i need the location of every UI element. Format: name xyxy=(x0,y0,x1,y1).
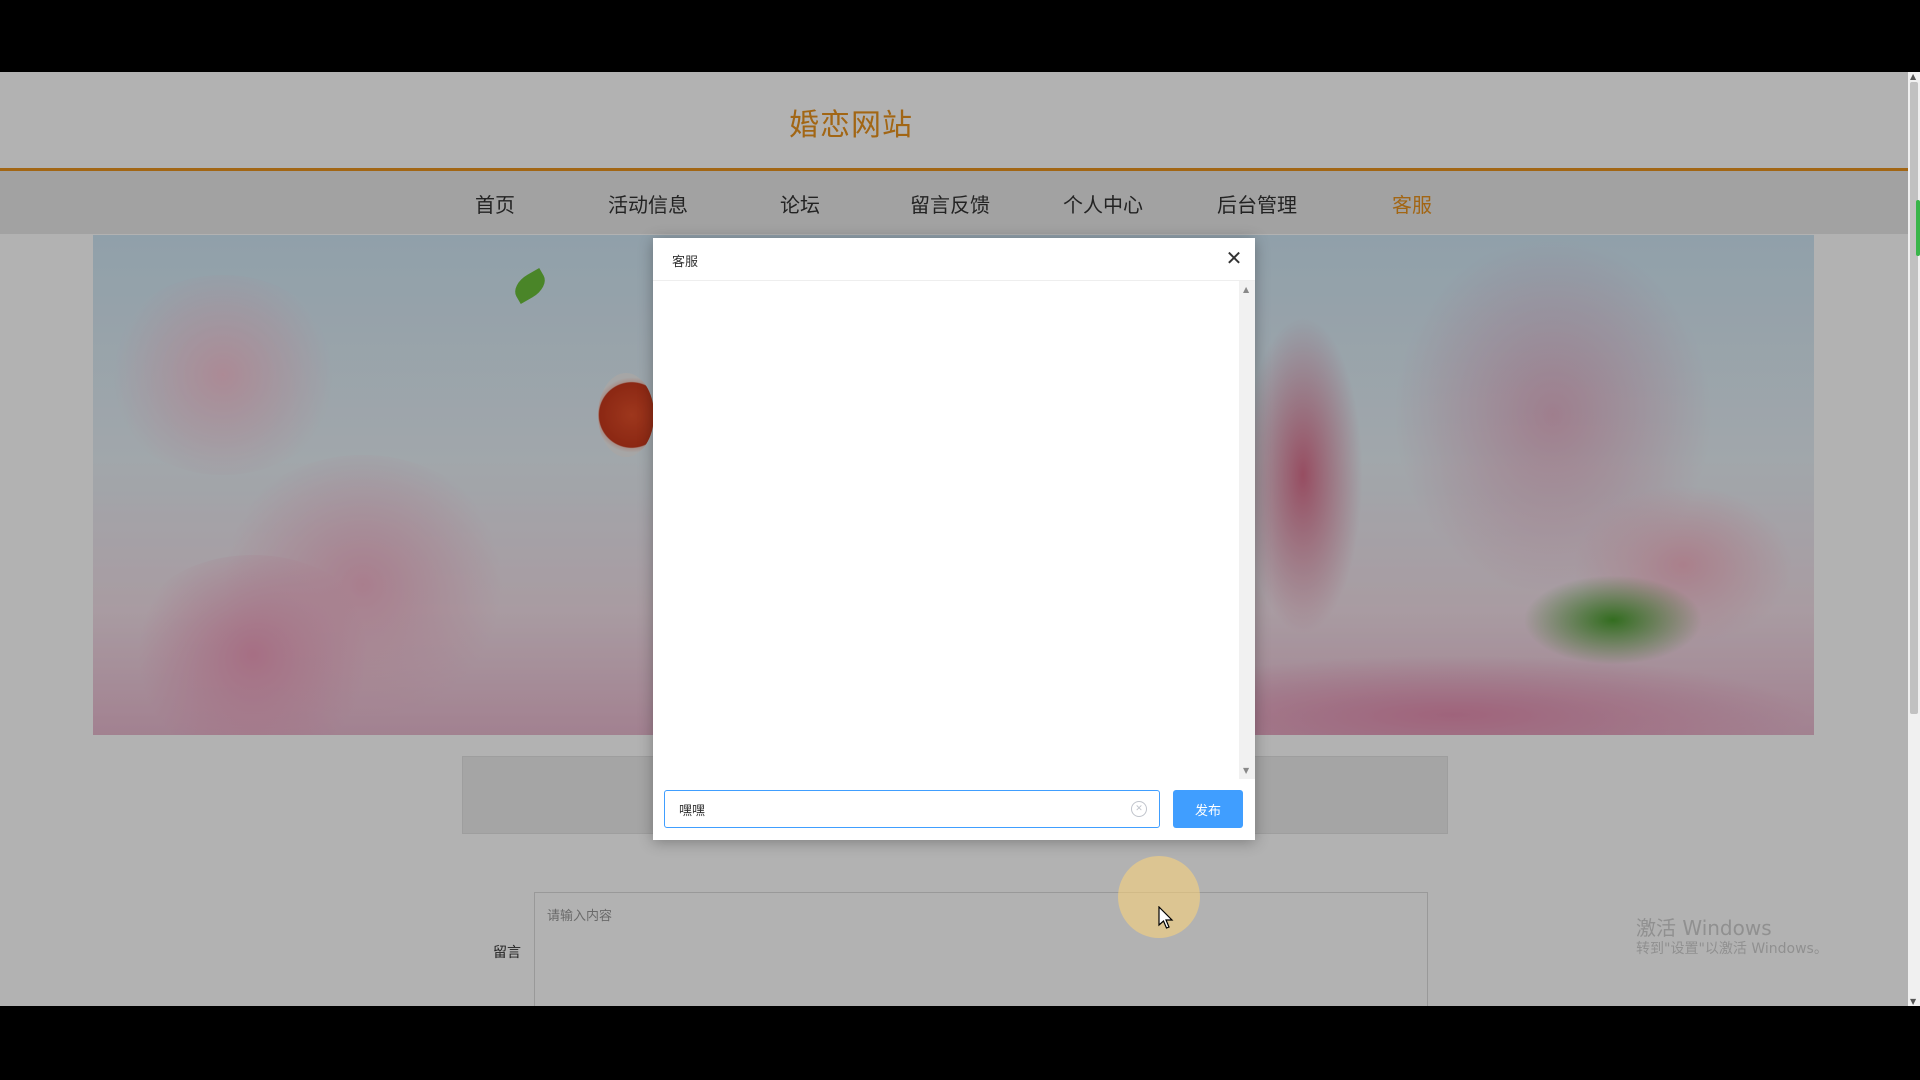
chat-scrollbar[interactable]: ▲ ▼ xyxy=(1239,281,1255,779)
dialog-header: 客服 ✕ xyxy=(653,238,1255,281)
chat-scroll-down-icon[interactable]: ▼ xyxy=(1243,766,1249,775)
customer-service-dialog: 客服 ✕ ▲ ▼ ✕ 发布 xyxy=(653,238,1255,840)
scroll-up-arrow-icon[interactable]: ▲ xyxy=(1910,72,1916,81)
screen-letterbox-bottom xyxy=(0,1006,1920,1080)
side-float-tab[interactable] xyxy=(1916,200,1920,256)
chat-scroll-up-icon[interactable]: ▲ xyxy=(1243,285,1249,294)
chat-message-area[interactable] xyxy=(653,281,1239,779)
dialog-title: 客服 xyxy=(672,255,699,270)
chat-input[interactable] xyxy=(665,791,1125,827)
browser-viewport: 婚恋网站 首页 活动信息 论坛 留言反馈 个人中心 后台管理 客服 留言 请输入… xyxy=(0,72,1920,1006)
screen-letterbox-top xyxy=(0,0,1920,72)
send-button[interactable]: 发布 xyxy=(1173,790,1243,828)
scroll-down-arrow-icon[interactable]: ▼ xyxy=(1910,997,1916,1006)
chat-input-wrapper: ✕ xyxy=(664,790,1160,828)
mouse-pointer-icon xyxy=(1158,906,1174,929)
close-icon[interactable]: ✕ xyxy=(1223,247,1245,269)
clear-input-icon[interactable]: ✕ xyxy=(1131,801,1147,817)
page-scroll-thumb[interactable] xyxy=(1910,82,1918,714)
